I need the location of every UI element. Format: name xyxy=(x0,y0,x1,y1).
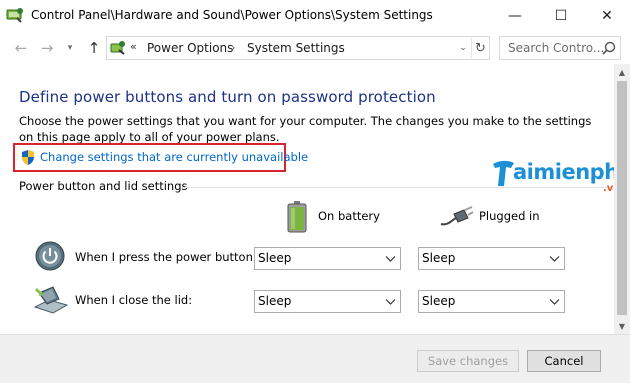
power-button-label: When I press the power button: xyxy=(75,250,257,264)
footer-bar: Save changes Cancel xyxy=(0,334,630,383)
vertical-scrollbar[interactable]: ▲ ▼ xyxy=(614,64,630,334)
page-title: Define power buttons and turn on passwor… xyxy=(19,88,436,106)
search-icon xyxy=(602,41,616,55)
change-settings-link[interactable]: Change settings that are currently unava… xyxy=(40,150,308,164)
close-lid-plugged-in-select[interactable]: Sleep xyxy=(418,290,565,313)
power-options-icon xyxy=(6,8,23,23)
refresh-button[interactable]: ↻ xyxy=(471,38,489,58)
watermark-logo: aimienphi .vn xyxy=(491,158,627,194)
minimize-button[interactable]: — xyxy=(492,0,538,31)
search-input[interactable]: Search Contro... xyxy=(499,36,621,60)
plugged-in-header: Plugged in xyxy=(479,209,540,223)
address-bar[interactable]: « Power Options › System Settings ⌄ ↻ xyxy=(106,36,490,60)
address-dropdown-button[interactable]: ⌄ xyxy=(455,39,471,57)
scroll-down-button[interactable]: ▼ xyxy=(614,318,630,334)
close-lid-label: When I close the lid: xyxy=(75,293,193,307)
main-content: Define power buttons and turn on passwor… xyxy=(0,64,614,334)
close-lid-on-battery-select[interactable]: Sleep xyxy=(254,290,401,313)
back-button[interactable]: ← xyxy=(11,38,31,58)
select-value: Sleep xyxy=(258,294,292,308)
page-description: Choose the power settings that you want … xyxy=(19,114,592,144)
maximize-button[interactable]: ☐ xyxy=(538,0,584,31)
watermark-brand: aimienphi xyxy=(513,160,626,184)
select-value: Sleep xyxy=(258,251,292,265)
address-overflow-chevron[interactable]: « xyxy=(130,40,137,53)
section-title: Power button and lid settings xyxy=(19,179,188,193)
up-button[interactable]: ↑ xyxy=(84,38,104,58)
laptop-lid-icon xyxy=(33,286,69,314)
close-button[interactable]: ✕ xyxy=(584,0,630,31)
breadcrumb-system-settings[interactable]: System Settings xyxy=(247,41,345,55)
power-button-icon xyxy=(35,241,65,271)
forward-button[interactable]: → xyxy=(37,38,57,58)
chevron-down-icon xyxy=(549,256,560,262)
power-button-on-battery-select[interactable]: Sleep xyxy=(254,247,401,270)
chevron-down-icon xyxy=(549,299,560,305)
chevron-down-icon xyxy=(385,256,396,262)
select-value: Sleep xyxy=(422,251,456,265)
scroll-up-button[interactable]: ▲ xyxy=(614,64,630,80)
select-value: Sleep xyxy=(422,294,456,308)
search-placeholder: Search Contro... xyxy=(508,41,605,55)
window-title: Control Panel\Hardware and Sound\Power O… xyxy=(31,8,433,22)
chevron-down-icon xyxy=(385,299,396,305)
cancel-button[interactable]: Cancel xyxy=(527,350,601,372)
recent-locations-button[interactable]: ▾ xyxy=(60,38,80,58)
breadcrumb-separator[interactable]: › xyxy=(231,41,235,54)
power-plug-icon xyxy=(440,206,474,226)
watermark-t-icon xyxy=(493,160,514,186)
navigation-bar: ← → ▾ ↑ « Power Options › System Setting… xyxy=(0,31,630,64)
control-panel-icon xyxy=(110,41,125,55)
breadcrumb-power-options[interactable]: Power Options xyxy=(147,41,233,55)
save-changes-button[interactable]: Save changes xyxy=(417,350,519,372)
change-settings-highlight: Change settings that are currently unava… xyxy=(13,143,308,172)
battery-icon xyxy=(287,201,307,233)
uac-shield-icon xyxy=(22,150,34,165)
power-button-plugged-in-select[interactable]: Sleep xyxy=(418,247,565,270)
scroll-thumb[interactable] xyxy=(617,81,627,315)
on-battery-header: On battery xyxy=(318,209,380,223)
title-bar: Control Panel\Hardware and Sound\Power O… xyxy=(0,0,630,31)
